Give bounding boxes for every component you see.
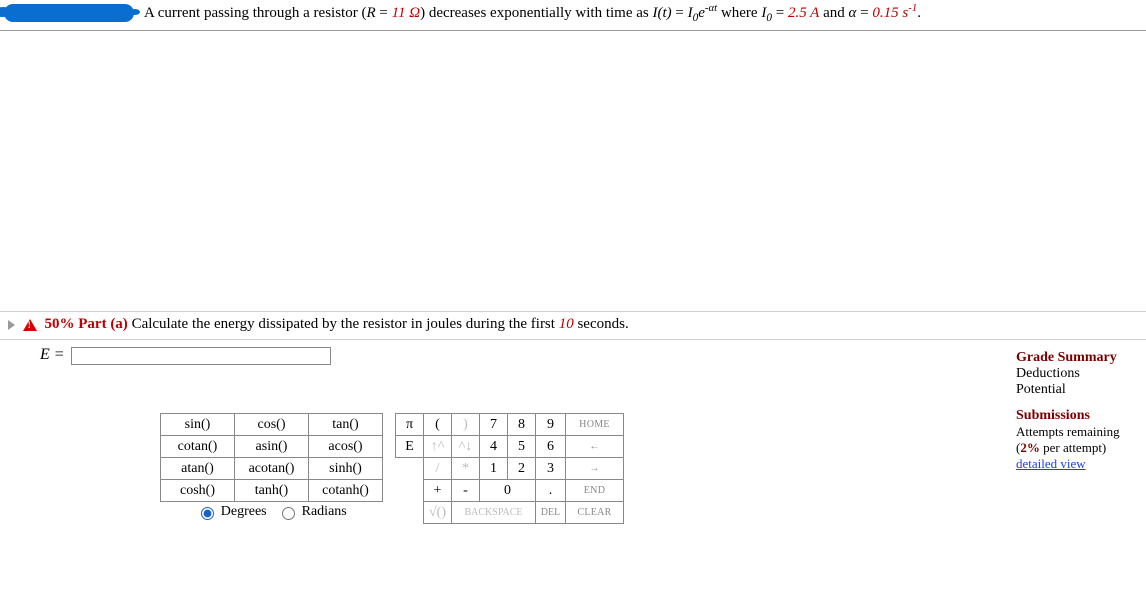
spacer xyxy=(396,458,424,480)
answer-input[interactable] xyxy=(71,347,331,365)
key-lparen[interactable]: ( xyxy=(424,414,452,436)
answer-label: E = xyxy=(40,346,65,364)
key-tanh[interactable]: tanh() xyxy=(235,480,309,502)
part-a-header: 50% Part (a) Calculate the energy dissip… xyxy=(0,312,1146,340)
key-cos[interactable]: cos() xyxy=(235,414,309,436)
key-5[interactable]: 5 xyxy=(508,436,536,458)
key-backspace[interactable]: BACKSPACE xyxy=(452,502,536,524)
key-sup[interactable]: ↑^ xyxy=(424,436,452,458)
part-percent: 50% Part (a) xyxy=(45,316,128,332)
key-del[interactable]: DEL xyxy=(536,502,566,524)
expand-icon[interactable] xyxy=(8,320,15,330)
key-dot[interactable]: . xyxy=(536,480,566,502)
potential-label: Potential xyxy=(1016,382,1146,398)
key-1[interactable]: 1 xyxy=(480,458,508,480)
function-keypad: sin() cos() tan() cotan() asin() acos() … xyxy=(160,413,383,524)
key-acos[interactable]: acos() xyxy=(309,436,383,458)
key-cotanh[interactable]: cotanh() xyxy=(309,480,383,502)
degrees-radio[interactable]: Degrees xyxy=(196,504,266,519)
key-7[interactable]: 7 xyxy=(480,414,508,436)
key-6[interactable]: 6 xyxy=(536,436,566,458)
radians-radio[interactable]: Radians xyxy=(277,504,347,519)
key-2[interactable]: 2 xyxy=(508,458,536,480)
key-cosh[interactable]: cosh() xyxy=(161,480,235,502)
key-pi[interactable]: π xyxy=(396,414,424,436)
problem-statement: A current passing through a resistor (R … xyxy=(144,2,921,24)
key-9[interactable]: 9 xyxy=(536,414,566,436)
key-acotan[interactable]: acotan() xyxy=(235,458,309,480)
key-clear[interactable]: CLEAR xyxy=(566,502,624,524)
key-4[interactable]: 4 xyxy=(480,436,508,458)
key-plus[interactable]: + xyxy=(424,480,452,502)
key-sinh[interactable]: sinh() xyxy=(309,458,383,480)
key-tan[interactable]: tan() xyxy=(309,414,383,436)
detailed-view-link[interactable]: detailed view xyxy=(1016,456,1146,472)
penalty-label: (2% per attempt) xyxy=(1016,440,1146,456)
key-sin[interactable]: sin() xyxy=(161,414,235,436)
grade-summary-head: Grade Summary xyxy=(1016,350,1146,366)
key-left[interactable]: ← xyxy=(566,436,624,458)
key-asin[interactable]: asin() xyxy=(235,436,309,458)
key-8[interactable]: 8 xyxy=(508,414,536,436)
attempts-label: Attempts remaining xyxy=(1016,424,1146,440)
spacer xyxy=(396,480,424,502)
key-3[interactable]: 3 xyxy=(536,458,566,480)
warning-icon xyxy=(23,319,37,331)
key-atan[interactable]: atan() xyxy=(161,458,235,480)
angle-mode: Degrees Radians xyxy=(160,502,383,520)
submissions-head: Submissions xyxy=(1016,408,1146,424)
key-0[interactable]: 0 xyxy=(480,480,536,502)
redaction-mark xyxy=(4,4,134,22)
key-mul[interactable]: * xyxy=(452,458,480,480)
key-rparen[interactable]: ) xyxy=(452,414,480,436)
key-cotan[interactable]: cotan() xyxy=(161,436,235,458)
grade-summary-panel: Grade Summary Deductions Potential Submi… xyxy=(1016,346,1146,524)
numeric-keypad: π ( ) 7 8 9 HOME E ↑^ ^↓ 4 5 6 xyxy=(395,413,624,524)
key-right[interactable]: → xyxy=(566,458,624,480)
spacer xyxy=(396,502,424,524)
key-sqrt[interactable]: √() xyxy=(424,502,452,524)
key-sub[interactable]: ^↓ xyxy=(452,436,480,458)
key-end[interactable]: END xyxy=(566,480,624,502)
deductions-label: Deductions xyxy=(1016,366,1146,382)
key-home[interactable]: HOME xyxy=(566,414,624,436)
key-e[interactable]: E xyxy=(396,436,424,458)
key-div[interactable]: / xyxy=(424,458,452,480)
key-minus[interactable]: - xyxy=(452,480,480,502)
